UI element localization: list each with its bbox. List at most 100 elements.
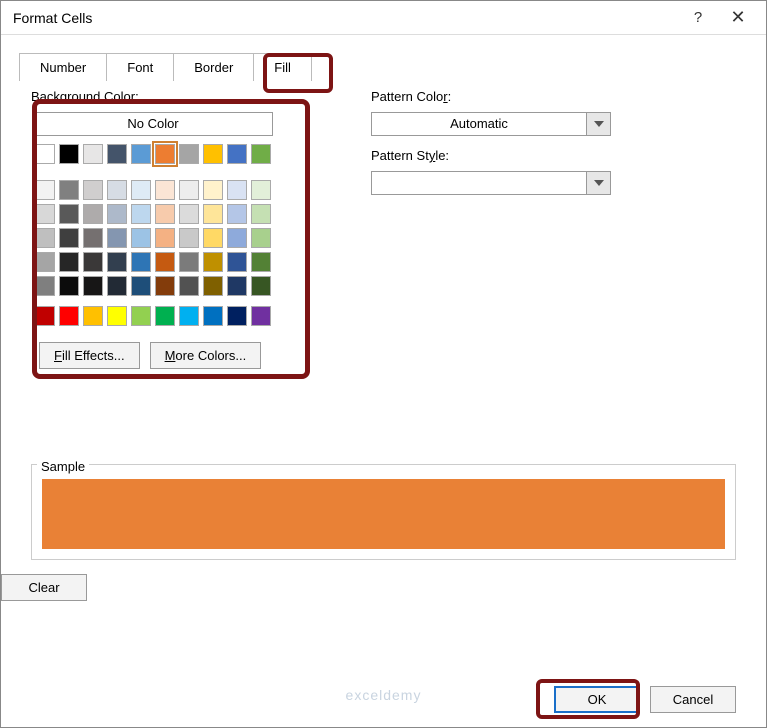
tab-strip: NumberFontBorderFill [1,35,766,81]
color-swatch[interactable] [251,144,271,164]
color-swatch[interactable] [155,204,175,224]
color-swatch[interactable] [107,228,127,248]
color-swatch[interactable] [227,276,247,296]
cancel-button[interactable]: Cancel [650,686,736,713]
color-swatch[interactable] [83,306,103,326]
color-swatch[interactable] [251,276,271,296]
color-swatch[interactable] [35,252,55,272]
color-swatch[interactable] [227,306,247,326]
color-swatch[interactable] [155,180,175,200]
color-swatch[interactable] [227,204,247,224]
color-swatch[interactable] [155,276,175,296]
color-swatch[interactable] [179,204,199,224]
pattern-color-value: Automatic [372,113,586,135]
color-swatch[interactable] [131,306,151,326]
color-swatch[interactable] [203,276,223,296]
close-button[interactable]: ✕ [718,7,758,28]
more-colors-button[interactable]: More Colors... [150,342,262,369]
color-swatch[interactable] [131,252,151,272]
color-swatch[interactable] [155,144,175,164]
color-swatch[interactable] [83,144,103,164]
theme-color-row [31,142,331,168]
color-swatch[interactable] [59,276,79,296]
pattern-style-label: Pattern Style: [371,148,449,163]
standard-color-row [31,300,331,330]
color-swatch[interactable] [83,180,103,200]
color-swatch[interactable] [227,252,247,272]
color-swatch[interactable] [83,252,103,272]
sample-swatch [42,479,725,549]
color-swatch[interactable] [155,228,175,248]
clear-button[interactable]: Clear [1,574,87,601]
color-swatch[interactable] [131,204,151,224]
color-swatch[interactable] [59,252,79,272]
color-swatch[interactable] [35,144,55,164]
color-swatch[interactable] [251,252,271,272]
color-swatch[interactable] [83,204,103,224]
chevron-down-icon[interactable] [586,172,610,194]
color-swatch[interactable] [227,180,247,200]
color-swatch[interactable] [251,180,271,200]
color-swatch[interactable] [203,228,223,248]
color-swatch[interactable] [203,252,223,272]
color-swatch[interactable] [59,204,79,224]
color-swatch[interactable] [35,180,55,200]
color-swatch[interactable] [227,144,247,164]
color-swatch[interactable] [203,306,223,326]
color-swatch[interactable] [107,276,127,296]
ok-button[interactable]: OK [554,686,640,713]
color-swatch[interactable] [155,252,175,272]
color-swatch[interactable] [59,306,79,326]
watermark: exceldemy [346,687,422,703]
pattern-style-value [372,172,586,194]
fill-effects-button[interactable]: Fill Effects... [39,342,140,369]
color-swatch[interactable] [131,228,151,248]
color-swatch[interactable] [155,306,175,326]
color-swatch[interactable] [227,228,247,248]
color-swatch[interactable] [59,144,79,164]
color-swatch[interactable] [107,306,127,326]
no-color-button[interactable]: No Color [33,112,273,136]
color-swatch[interactable] [131,180,151,200]
color-swatch[interactable] [131,276,151,296]
color-swatch[interactable] [179,144,199,164]
chevron-down-icon[interactable] [586,113,610,135]
color-swatch[interactable] [203,180,223,200]
color-swatch[interactable] [107,180,127,200]
color-swatch[interactable] [203,204,223,224]
format-cells-dialog: Format Cells ? ✕ NumberFontBorderFill Ba… [0,0,767,728]
tab-border[interactable]: Border [173,53,253,81]
pattern-color-select[interactable]: Automatic [371,112,611,136]
color-swatch[interactable] [131,144,151,164]
color-swatch[interactable] [83,276,103,296]
color-swatch[interactable] [251,306,271,326]
color-swatch[interactable] [35,204,55,224]
color-swatch[interactable] [107,144,127,164]
tab-font[interactable]: Font [106,53,173,81]
color-swatch[interactable] [179,180,199,200]
color-swatch[interactable] [179,306,199,326]
color-swatch[interactable] [251,204,271,224]
theme-shade-grid [31,178,331,300]
color-swatch[interactable] [59,180,79,200]
color-swatch[interactable] [179,252,199,272]
color-swatch[interactable] [203,144,223,164]
window-title: Format Cells [9,10,678,26]
color-swatch[interactable] [83,228,103,248]
help-button[interactable]: ? [678,9,718,26]
color-swatch[interactable] [59,228,79,248]
sample-frame [31,464,736,560]
color-swatch[interactable] [179,228,199,248]
color-swatch[interactable] [251,228,271,248]
pattern-style-select[interactable] [371,171,611,195]
pattern-color-label: Pattern Color: [371,89,451,104]
color-swatch[interactable] [35,228,55,248]
titlebar: Format Cells ? ✕ [1,1,766,35]
tab-fill[interactable]: Fill [253,53,312,81]
color-swatch[interactable] [35,276,55,296]
color-swatch[interactable] [179,276,199,296]
color-swatch[interactable] [35,306,55,326]
color-swatch[interactable] [107,204,127,224]
tab-number[interactable]: Number [19,53,106,81]
color-swatch[interactable] [107,252,127,272]
